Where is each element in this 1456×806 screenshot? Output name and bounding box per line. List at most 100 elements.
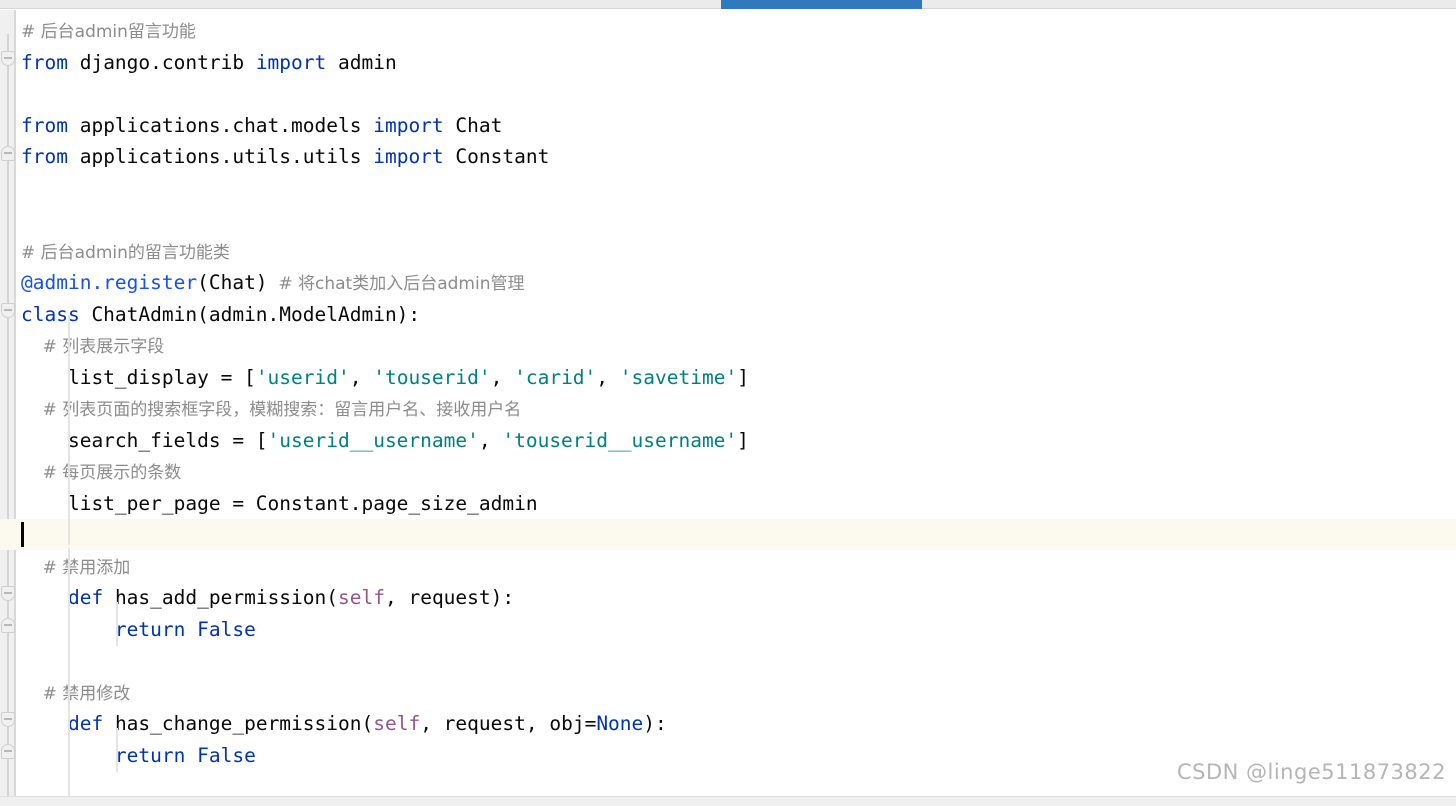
code-line-text: from applications.utils.utils import Con… <box>21 141 549 172</box>
code-token-cmt: # 每页展示的条数 <box>21 463 182 483</box>
code-token-plain: , request): <box>384 586 515 609</box>
code-line-text: list_per_page = Constant.page_size_admin <box>21 488 538 519</box>
code-line-text: # 列表展示字段 <box>21 330 165 363</box>
code-line[interactable]: search_fields = ['userid__username', 'to… <box>0 425 1456 456</box>
code-line[interactable]: # 列表展示字段 <box>0 330 1456 361</box>
code-token-plain: applications.chat.models <box>67 114 374 137</box>
code-token-cmt: # 后台admin留言功能 <box>21 22 196 42</box>
code-line[interactable] <box>0 78 1456 109</box>
code-line[interactable]: # 列表页面的搜索框字段，模糊搜索：留言用户名、接收用户名 <box>0 393 1456 424</box>
code-line[interactable]: return False <box>0 614 1456 645</box>
code-line-text: class ChatAdmin(admin.ModelAdmin): <box>21 299 420 330</box>
code-token-kw: import <box>373 145 444 168</box>
bottom-strip <box>0 796 1456 806</box>
code-line-text: # 后台admin的留言功能类 <box>21 236 230 269</box>
code-line[interactable] <box>0 204 1456 235</box>
code-line[interactable]: from applications.chat.models import Cha… <box>0 110 1456 141</box>
code-lines[interactable]: # 后台admin留言功能 from django.contrib import … <box>0 10 1456 796</box>
code-token-plain: Chat <box>443 114 503 137</box>
code-token-plain: ] <box>737 429 749 452</box>
code-line[interactable]: list_per_page = Constant.page_size_admin <box>0 488 1456 519</box>
code-line[interactable] <box>0 173 1456 204</box>
code-token-plain: , <box>596 366 620 389</box>
code-token-self: self <box>338 586 385 609</box>
code-token-kw: import <box>373 114 444 137</box>
code-line[interactable]: @admin.register(Chat) # 将chat类加入后台admin管… <box>0 267 1456 298</box>
code-line[interactable]: # 每页展示的条数 <box>0 456 1456 487</box>
code-token-str: 'savetime' <box>619 366 738 389</box>
code-line[interactable]: # 后台admin的留言功能类 <box>0 236 1456 267</box>
code-token-str: 'carid' <box>514 366 597 389</box>
code-line-text: return False <box>21 740 256 771</box>
text-caret <box>21 522 24 547</box>
code-token-cmt: # 禁用修改 <box>21 684 131 704</box>
code-line-text: list_display = ['userid', 'touserid', 'c… <box>21 362 749 393</box>
code-line[interactable]: class ChatAdmin(admin.ModelAdmin): <box>0 299 1456 330</box>
code-token-plain: list_per_page = Constant.page_size_admin <box>21 492 538 515</box>
code-token-kw: False <box>197 744 256 767</box>
code-token-kw: return <box>114 618 186 641</box>
code-token-cmt: # 禁用添加 <box>21 558 131 578</box>
code-token-plain: ChatAdmin(admin.ModelAdmin): <box>79 303 421 326</box>
indent-guide <box>68 548 70 796</box>
code-line[interactable]: # 后台admin留言功能 <box>0 15 1456 46</box>
csdn-watermark: CSDN @linge511873822 <box>1176 760 1446 784</box>
horizontal-scrollbar-thumb[interactable] <box>721 0 922 9</box>
code-token-plain: (Chat) <box>197 271 268 294</box>
code-token-plain: admin <box>326 51 397 74</box>
code-line[interactable]: from applications.utils.utils import Con… <box>0 141 1456 172</box>
code-token-cmt: # 列表页面的搜索框字段，模糊搜索：留言用户名、接收用户名 <box>21 400 522 420</box>
code-line[interactable]: def has_change_permission(self, request,… <box>0 708 1456 739</box>
code-token-plain: has_change_permission( <box>103 712 374 735</box>
code-token-plain: list_display = [ <box>21 366 256 389</box>
code-token-kw: import <box>255 51 327 74</box>
code-token-plain: , <box>478 429 503 452</box>
code-token-plain: Constant <box>443 145 550 168</box>
indent-guide <box>116 728 118 772</box>
code-line-text: search_fields = ['userid__username', 'to… <box>21 425 749 456</box>
code-token-kw: None <box>596 712 644 735</box>
horizontal-scrollbar-track[interactable] <box>0 0 1456 9</box>
code-editor-area[interactable]: # 后台admin留言功能 from django.contrib import … <box>0 10 1456 796</box>
code-line[interactable]: list_display = ['userid', 'touserid', 'c… <box>0 362 1456 393</box>
code-line[interactable]: def has_add_permission(self, request): <box>0 582 1456 613</box>
code-token-kw: def <box>67 712 104 735</box>
code-line-text: from django.contrib import admin <box>21 47 397 78</box>
code-token-cmt: # 后台admin的留言功能类 <box>21 243 230 263</box>
code-token-plain: search_fields = [ <box>21 429 268 452</box>
code-line[interactable] <box>0 645 1456 676</box>
code-line-text: def has_add_permission(self, request): <box>21 582 514 613</box>
code-line[interactable]: from django.contrib import admin <box>0 47 1456 78</box>
code-line-text: return False <box>21 614 256 645</box>
code-token-plain: has_add_permission( <box>103 586 339 609</box>
code-token-str: 'userid__username' <box>267 429 479 452</box>
code-token-self: self <box>373 712 421 735</box>
code-token-plain: , request, obj= <box>420 712 597 735</box>
code-token-cmt: # 将chat类加入后台admin管理 <box>267 274 525 294</box>
code-token-plain: applications.utils.utils <box>67 145 374 168</box>
code-token-plain: , <box>490 366 515 389</box>
code-line-text: from applications.chat.models import Cha… <box>21 110 502 141</box>
code-token-kw: from <box>21 51 68 74</box>
code-token-plain: django.contrib <box>67 51 256 74</box>
code-token-kw: def <box>67 586 104 609</box>
code-line-text: # 禁用添加 <box>21 551 131 584</box>
code-token-kw: from <box>21 114 68 137</box>
code-line-text: # 每页展示的条数 <box>21 456 182 489</box>
code-line-text: @admin.register(Chat) # 将chat类加入后台admin管… <box>21 267 525 300</box>
code-token-kw: False <box>197 618 256 641</box>
code-token-str: 'userid' <box>255 366 350 389</box>
code-line[interactable]: # 禁用修改 <box>0 677 1456 708</box>
code-token-kw: from <box>21 145 68 168</box>
code-line-text: # 列表页面的搜索框字段，模糊搜索：留言用户名、接收用户名 <box>21 393 522 426</box>
indent-guide <box>116 602 118 646</box>
code-line-text: # 后台admin留言功能 <box>21 15 196 48</box>
editor-window: # 后台admin留言功能 from django.contrib import … <box>0 0 1456 806</box>
code-line[interactable] <box>0 519 1456 550</box>
code-line[interactable]: # 禁用添加 <box>0 551 1456 582</box>
code-token-plain: ] <box>737 366 749 389</box>
code-token-str: 'touserid' <box>373 366 491 389</box>
